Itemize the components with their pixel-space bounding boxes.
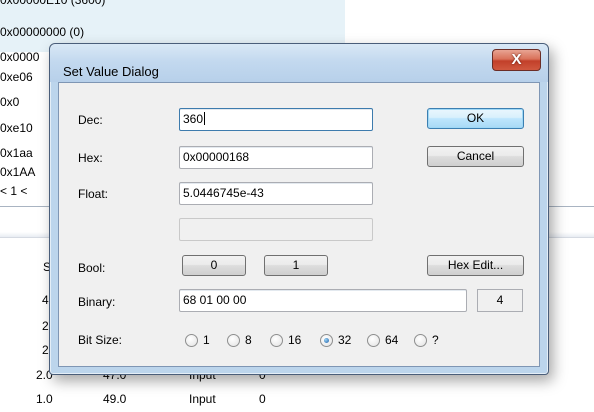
bool-false-button[interactable]: 0 xyxy=(182,255,246,276)
table-cell: 1.0 xyxy=(36,392,53,406)
hex-line: 0x00000000 (0) xyxy=(0,25,85,39)
bitsize-label: Bit Size: xyxy=(78,333,123,347)
hex-line: 0x1AA xyxy=(0,165,36,179)
radio-label: ? xyxy=(432,333,439,347)
binary-input[interactable]: 68 01 00 00 xyxy=(179,289,467,312)
hex-input[interactable]: 0x00000168 xyxy=(179,146,373,169)
hex-line: 0x00000E10 (3600) xyxy=(0,0,106,7)
dialog-titlebar[interactable]: Set Value Dialog X xyxy=(50,44,548,82)
float-value: 5.0446745e-43 xyxy=(183,186,264,200)
radio-icon xyxy=(270,334,283,347)
extra-input xyxy=(179,218,373,241)
radio-label: 64 xyxy=(385,333,399,347)
hex-label: Hex: xyxy=(78,151,103,165)
hex-line: 0x0000 xyxy=(0,50,40,64)
binary-label: Binary: xyxy=(78,295,116,309)
hex-edit-button[interactable]: Hex Edit... xyxy=(427,255,524,276)
ok-button[interactable]: OK xyxy=(427,108,524,129)
cancel-button[interactable]: Cancel xyxy=(427,146,524,167)
radio-label: 1 xyxy=(203,333,210,347)
table-cell: Input xyxy=(189,392,216,406)
radio-icon xyxy=(414,334,427,347)
byte-count: 4 xyxy=(477,289,523,312)
dec-label: Dec: xyxy=(78,113,103,127)
radio-icon xyxy=(227,334,240,347)
binary-value: 68 01 00 00 xyxy=(183,293,247,307)
table-cell: 4 xyxy=(42,293,49,307)
hex-nav[interactable]: < 1 < xyxy=(0,182,27,200)
dialog-body: Dec: 360 OK Hex: 0x00000168 Cancel Float… xyxy=(58,82,540,367)
radio-icon xyxy=(185,334,198,347)
radio-icon xyxy=(367,334,380,347)
close-icon: X xyxy=(511,51,522,68)
table-cell: 0 xyxy=(259,392,266,406)
hex-line: 0x0 xyxy=(0,95,20,109)
set-value-dialog: Set Value Dialog X Dec: 360 OK Hex: 0x00… xyxy=(49,43,549,375)
hex-value: 0x00000168 xyxy=(183,150,250,164)
hex-line: 0x1aa xyxy=(0,146,33,160)
float-input[interactable]: 5.0446745e-43 xyxy=(179,182,373,205)
table-cell: 49.0 xyxy=(103,392,127,406)
float-label: Float: xyxy=(78,187,109,201)
bool-label: Bool: xyxy=(78,261,106,275)
dec-input[interactable]: 360 xyxy=(179,108,373,131)
radio-label: 32 xyxy=(338,333,352,347)
text-caret xyxy=(204,112,206,125)
hex-line: 0xe06 xyxy=(0,70,33,84)
dialog-title: Set Value Dialog xyxy=(63,64,159,79)
radio-selected-icon xyxy=(320,334,333,347)
radio-label: 16 xyxy=(288,333,302,347)
dec-value: 360 xyxy=(183,112,204,126)
table-cell: 2 xyxy=(42,343,49,357)
table-cell: 2 xyxy=(42,319,49,333)
radio-label: 8 xyxy=(245,333,252,347)
hex-line: 0xe10 xyxy=(0,121,33,135)
close-button[interactable]: X xyxy=(492,49,541,71)
bool-true-button[interactable]: 1 xyxy=(264,255,328,276)
